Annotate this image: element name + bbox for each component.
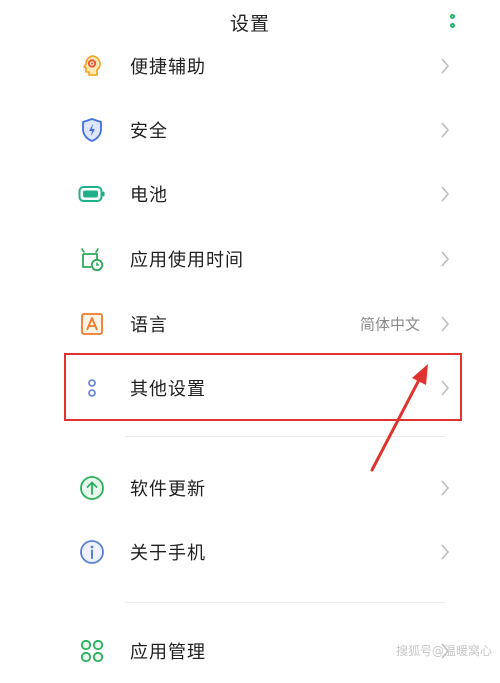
section-divider: [125, 602, 445, 603]
settings-item-accessibility[interactable]: 便捷辅助: [0, 34, 500, 98]
highlight-box: [64, 353, 462, 421]
app-usage-timer-icon: [78, 245, 106, 273]
chevron-right-icon: [441, 480, 450, 496]
settings-item-label: 语言: [130, 315, 168, 336]
info-icon: [78, 538, 106, 566]
language-current-value: 简体中文: [359, 315, 420, 334]
chevron-right-icon: [441, 186, 450, 202]
settings-item-label: 关于手机: [130, 543, 206, 564]
chevron-right-icon: [441, 251, 450, 267]
settings-item-label: 电池: [130, 185, 168, 206]
settings-item-security[interactable]: 安全: [0, 98, 500, 162]
settings-item-label: 安全: [130, 121, 168, 142]
battery-icon: [78, 180, 106, 208]
section-divider: [125, 436, 445, 437]
page-title: 设置: [229, 12, 270, 35]
settings-item-label: 应用管理: [130, 642, 206, 663]
app-grid-icon: [78, 637, 106, 665]
watermark: 搜狐号@温暖窝心: [395, 644, 492, 658]
accessibility-head-icon: [78, 52, 106, 80]
settings-item-label: 便捷辅助: [130, 57, 206, 78]
shield-icon: [78, 116, 106, 144]
chevron-right-icon: [441, 316, 450, 332]
settings-item-software-update[interactable]: 软件更新: [0, 456, 500, 520]
chevron-right-icon: [441, 544, 450, 560]
more-vertical-icon[interactable]: [444, 8, 460, 34]
settings-item-about-phone[interactable]: 关于手机: [0, 520, 500, 584]
settings-item-battery[interactable]: 电池: [0, 162, 500, 226]
settings-item-label: 软件更新: [130, 479, 206, 500]
language-a-icon: [78, 310, 106, 338]
chevron-right-icon: [441, 58, 450, 74]
settings-item-language[interactable]: 语言 简体中文: [0, 292, 500, 356]
update-arrow-icon: [78, 474, 106, 502]
settings-item-app-usage-time[interactable]: 应用使用时间: [0, 227, 500, 291]
chevron-right-icon: [441, 122, 450, 138]
settings-item-label: 应用使用时间: [130, 250, 244, 271]
